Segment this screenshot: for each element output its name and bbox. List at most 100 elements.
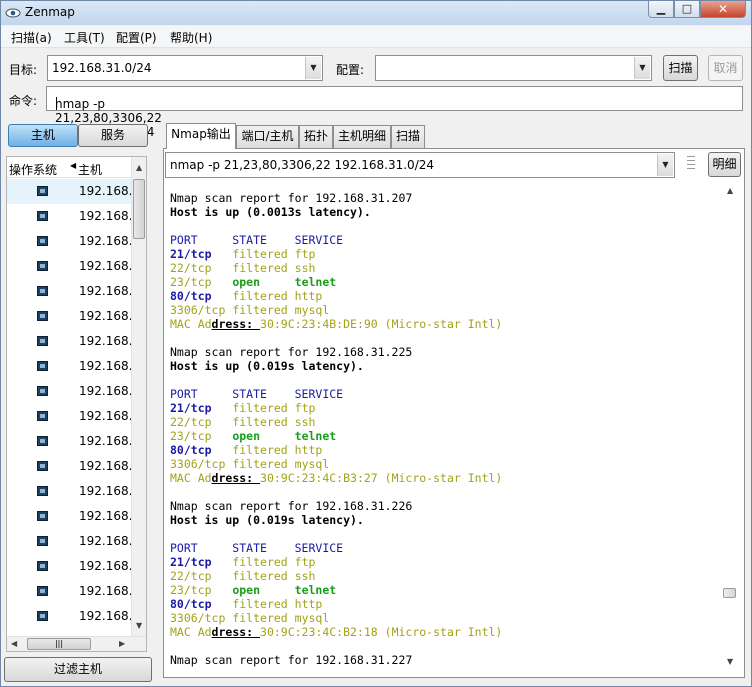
host-list-hscroll[interactable]: ◀ ||| ▶ xyxy=(7,636,146,651)
host-list-hthumb[interactable]: ||| xyxy=(27,638,91,650)
tab-nmap-output[interactable]: Nmap输出 xyxy=(166,123,236,149)
host-row[interactable]: 192.168.3 xyxy=(7,179,140,204)
hosts-toggle-button[interactable]: 主机 xyxy=(8,124,78,147)
minimize-button[interactable]: ▁ xyxy=(648,1,674,18)
host-up-line: Host is up (0.019s latency). xyxy=(170,359,364,373)
menu-profile[interactable]: 配置(P) xyxy=(116,29,157,46)
scroll-right-icon[interactable]: ▶ xyxy=(119,639,125,648)
profile-label: 配置: xyxy=(336,63,365,77)
host-list: 操作系统 ◀ 主机 192.168.3 192.168.3 192.168.3 192… xyxy=(6,156,147,652)
host-row[interactable]: 192.168.3 xyxy=(7,429,140,454)
services-toggle-button[interactable]: 服务 xyxy=(78,124,148,147)
os-icon xyxy=(37,611,48,621)
title-bar: Zenmap ▁ □ ✕ xyxy=(1,1,751,25)
port-header-line: PORT STATE SERVICE xyxy=(170,541,344,555)
window-title: Zenmap xyxy=(25,5,75,19)
port-line: 23/tcp open telnet xyxy=(170,275,337,289)
close-button[interactable]: ✕ xyxy=(700,1,746,18)
scan-report-line: Nmap scan report for 192.168.31.226 xyxy=(170,499,413,513)
host-row[interactable]: 192.168.3 xyxy=(7,304,140,329)
os-icon xyxy=(37,186,48,196)
os-icon xyxy=(37,336,48,346)
host-row[interactable]: 192.168.3 xyxy=(7,604,140,629)
port-line: 3306/tcp filtered mysql xyxy=(170,457,330,471)
port-line: 22/tcp filtered ssh xyxy=(170,569,316,583)
os-icon xyxy=(37,311,48,321)
output-scan-select[interactable]: nmap -p 21,23,80,3306,22 192.168.31.0/24… xyxy=(165,152,675,178)
host-row[interactable]: 192.168.3 xyxy=(7,379,140,404)
host-row[interactable]: 192.168.3 xyxy=(7,504,140,529)
port-line: 23/tcp open telnet xyxy=(170,583,337,597)
host-row[interactable]: 192.168.3 xyxy=(7,579,140,604)
zenmap-eye-icon xyxy=(5,8,21,18)
host-row[interactable]: 192.168.3 xyxy=(7,229,140,254)
menu-help[interactable]: 帮助(H) xyxy=(170,29,212,46)
host-row[interactable]: 192.168.3 xyxy=(7,454,140,479)
port-line: 21/tcp filtered ftp xyxy=(170,555,316,569)
scan-report-line: Nmap scan report for 192.168.31.207 xyxy=(170,191,413,205)
port-line: 21/tcp filtered ftp xyxy=(170,401,316,415)
host-row[interactable]: 192.168.3 xyxy=(7,404,140,429)
host-list-header: 操作系统 ◀ 主机 xyxy=(7,157,146,178)
host-row[interactable]: 192.168.3 xyxy=(7,554,140,579)
column-os[interactable]: 操作系统 xyxy=(9,161,57,178)
chevron-down-icon[interactable]: ▼ xyxy=(634,57,650,79)
port-line: 21/tcp filtered ftp xyxy=(170,247,316,261)
port-header-line: PORT STATE SERVICE xyxy=(170,387,344,401)
port-line: 80/tcp filtered http xyxy=(170,443,323,457)
filter-hosts-button[interactable]: 过滤主机 xyxy=(4,657,152,682)
scroll-up-icon[interactable]: ▲ xyxy=(727,186,733,195)
scroll-down-icon[interactable]: ▼ xyxy=(136,621,142,630)
cancel-button[interactable]: 取消 xyxy=(708,55,743,81)
close-icon: ✕ xyxy=(717,2,729,16)
details-button[interactable]: 明细 xyxy=(708,152,741,177)
text-caret xyxy=(56,97,57,110)
output-vthumb[interactable] xyxy=(723,588,736,598)
port-line: 22/tcp filtered ssh xyxy=(170,261,316,275)
target-value: 192.168.31.0/24 xyxy=(52,61,152,75)
menu-scan[interactable]: 扫描(a) xyxy=(11,29,52,46)
command-label: 命令: xyxy=(9,94,38,108)
output-vscroll[interactable]: ▲ ▼ xyxy=(721,183,739,671)
target-label: 目标: xyxy=(9,63,38,77)
chevron-down-icon[interactable]: ▼ xyxy=(657,154,673,176)
profile-combo[interactable]: ▼ xyxy=(375,55,652,81)
scan-button[interactable]: 扫描 xyxy=(663,55,698,81)
host-list-vscroll[interactable]: ▲ ▼ xyxy=(131,157,146,637)
tab-topology[interactable]: 拓扑 xyxy=(299,125,333,148)
scroll-left-icon[interactable]: ◀ xyxy=(11,639,17,648)
target-combo[interactable]: 192.168.31.0/24 ▼ xyxy=(47,55,323,81)
port-line: 3306/tcp filtered mysql xyxy=(170,611,330,625)
host-row[interactable]: 192.168.3 xyxy=(7,354,140,379)
maximize-button[interactable]: □ xyxy=(674,1,700,18)
scroll-up-icon[interactable]: ▲ xyxy=(136,163,142,172)
tab-ports-hosts[interactable]: 端口/主机 xyxy=(236,125,299,148)
chevron-down-icon[interactable]: ▼ xyxy=(305,57,321,79)
os-icon xyxy=(37,536,48,546)
mac-line: MAC Address: 30:9C:23:4C:B3:27 (Micro-st… xyxy=(170,471,503,485)
os-icon xyxy=(37,361,48,371)
os-icon xyxy=(37,461,48,471)
column-host[interactable]: 主机 xyxy=(78,161,102,178)
os-icon xyxy=(37,286,48,296)
port-line: 80/tcp filtered http xyxy=(170,289,323,303)
host-up-line: Host is up (0.019s latency). xyxy=(170,513,364,527)
tab-host-details[interactable]: 主机明细 xyxy=(333,125,391,148)
host-row[interactable]: 192.168.3 xyxy=(7,279,140,304)
port-line: 3306/tcp filtered mysql xyxy=(170,303,330,317)
os-icon xyxy=(37,586,48,596)
host-row[interactable]: 192.168.3 xyxy=(7,479,140,504)
os-icon xyxy=(37,411,48,421)
scroll-down-icon[interactable]: ▼ xyxy=(727,657,733,666)
host-row[interactable]: 192.168.3 xyxy=(7,254,140,279)
tab-scans[interactable]: 扫描 xyxy=(391,125,425,148)
host-row[interactable]: 192.168.3 xyxy=(7,529,140,554)
host-row[interactable]: 192.168.3 xyxy=(7,204,140,229)
host-row[interactable]: 192.168.3 xyxy=(7,329,140,354)
command-input[interactable]: nmap -p 21,23,80,3306,22 192.168.31.0/24 xyxy=(46,86,743,139)
os-icon xyxy=(37,386,48,396)
mac-line: MAC Address: 30:9C:23:4B:DE:90 (Micro-st… xyxy=(170,317,503,331)
port-line: 80/tcp filtered http xyxy=(170,597,323,611)
menu-tools[interactable]: 工具(T) xyxy=(64,29,105,46)
host-list-vthumb[interactable] xyxy=(133,179,145,239)
